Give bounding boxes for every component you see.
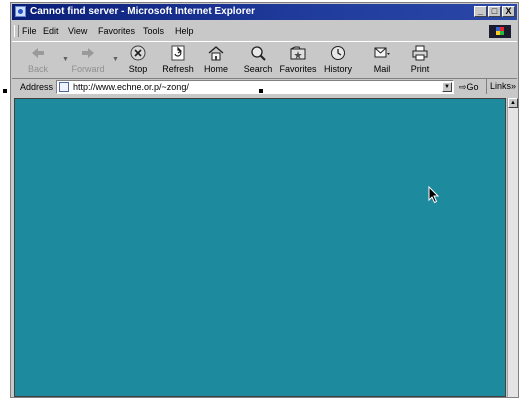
address-url[interactable]: http://www.echne.or.p/~zong/ bbox=[73, 82, 189, 92]
resize-handle-left bbox=[3, 89, 7, 93]
back-arrow-icon bbox=[32, 48, 44, 58]
go-button[interactable]: ⇨Go bbox=[459, 82, 479, 93]
browser-window: Cannot find server - Microsoft Internet … bbox=[10, 2, 519, 398]
menu-edit[interactable]: Edit bbox=[43, 26, 59, 36]
close-button[interactable]: X bbox=[502, 6, 515, 17]
scroll-up-icon[interactable]: ▲ bbox=[508, 98, 518, 108]
home-icon bbox=[208, 46, 224, 61]
mail-icon bbox=[374, 47, 390, 58]
search-icon bbox=[251, 46, 266, 61]
stop-button[interactable]: Stop bbox=[118, 44, 158, 76]
history-button[interactable]: History bbox=[318, 44, 358, 76]
search-button[interactable]: Search bbox=[238, 44, 278, 76]
refresh-button-label: Refresh bbox=[162, 64, 194, 74]
home-button-label: Home bbox=[203, 64, 228, 74]
chevron-right-icon: » bbox=[511, 81, 517, 91]
print-button-label: Print bbox=[410, 64, 430, 74]
favorites-button-label: Favorites bbox=[279, 64, 317, 74]
minimize-button[interactable]: _ bbox=[474, 6, 487, 17]
mail-button-label: Mail bbox=[373, 64, 391, 74]
ie-app-icon bbox=[15, 6, 26, 17]
title-bar[interactable]: Cannot find server - Microsoft Internet … bbox=[12, 4, 517, 20]
forward-button[interactable]: Forward bbox=[68, 44, 108, 76]
menu-tools[interactable]: Tools bbox=[143, 26, 164, 36]
refresh-icon bbox=[171, 45, 185, 61]
page-icon bbox=[59, 82, 69, 92]
favorites-icon bbox=[290, 46, 306, 60]
address-label: Address bbox=[20, 82, 54, 92]
maximize-button[interactable]: □ bbox=[488, 6, 501, 17]
home-button[interactable]: Home bbox=[196, 44, 236, 76]
forward-arrow-icon bbox=[82, 48, 94, 58]
address-input[interactable]: http://www.echne.or.p/~zong/ ▼ bbox=[56, 80, 454, 94]
stop-icon bbox=[130, 45, 146, 61]
go-label: Go bbox=[466, 82, 479, 92]
mail-button[interactable]: Mail bbox=[362, 44, 402, 76]
forward-button-label: Forward bbox=[71, 64, 105, 74]
address-dropdown-icon[interactable]: ▼ bbox=[442, 82, 452, 92]
page-content[interactable] bbox=[14, 98, 506, 397]
vertical-scrollbar[interactable]: ▲ bbox=[507, 98, 518, 397]
print-button[interactable]: Print bbox=[400, 44, 440, 76]
history-icon bbox=[331, 46, 345, 60]
back-button[interactable]: Back bbox=[18, 44, 58, 76]
menu-file[interactable]: File bbox=[22, 26, 37, 36]
menu-help[interactable]: Help bbox=[175, 26, 194, 36]
menu-view[interactable]: View bbox=[68, 26, 87, 36]
mouse-cursor-icon bbox=[428, 186, 440, 204]
history-button-label: History bbox=[323, 64, 352, 74]
refresh-button[interactable]: Refresh bbox=[158, 44, 198, 76]
windows-logo-icon bbox=[489, 25, 511, 38]
stop-button-label: Stop bbox=[128, 64, 148, 74]
favorites-button[interactable]: Favorites bbox=[278, 44, 318, 76]
menu-bar: File Edit View Favorites Tools Help bbox=[12, 23, 517, 39]
print-icon bbox=[412, 45, 428, 61]
resize-handle-top bbox=[259, 89, 263, 93]
menu-bar-grip[interactable] bbox=[14, 25, 19, 37]
go-arrow-icon: ⇨ bbox=[459, 82, 467, 92]
back-button-label: Back bbox=[27, 64, 48, 74]
links-button[interactable]: Links» bbox=[486, 79, 520, 94]
window-title: Cannot find server - Microsoft Internet … bbox=[30, 6, 256, 17]
links-label: Links bbox=[490, 81, 512, 91]
search-button-label: Search bbox=[243, 64, 273, 74]
address-bar: Address http://www.echne.or.p/~zong/ ▼ ⇨… bbox=[12, 79, 517, 96]
menu-favorites[interactable]: Favorites bbox=[98, 26, 135, 36]
standard-toolbar: Back ▼ Forward ▼ Stop Refresh Home Searc… bbox=[12, 41, 517, 79]
